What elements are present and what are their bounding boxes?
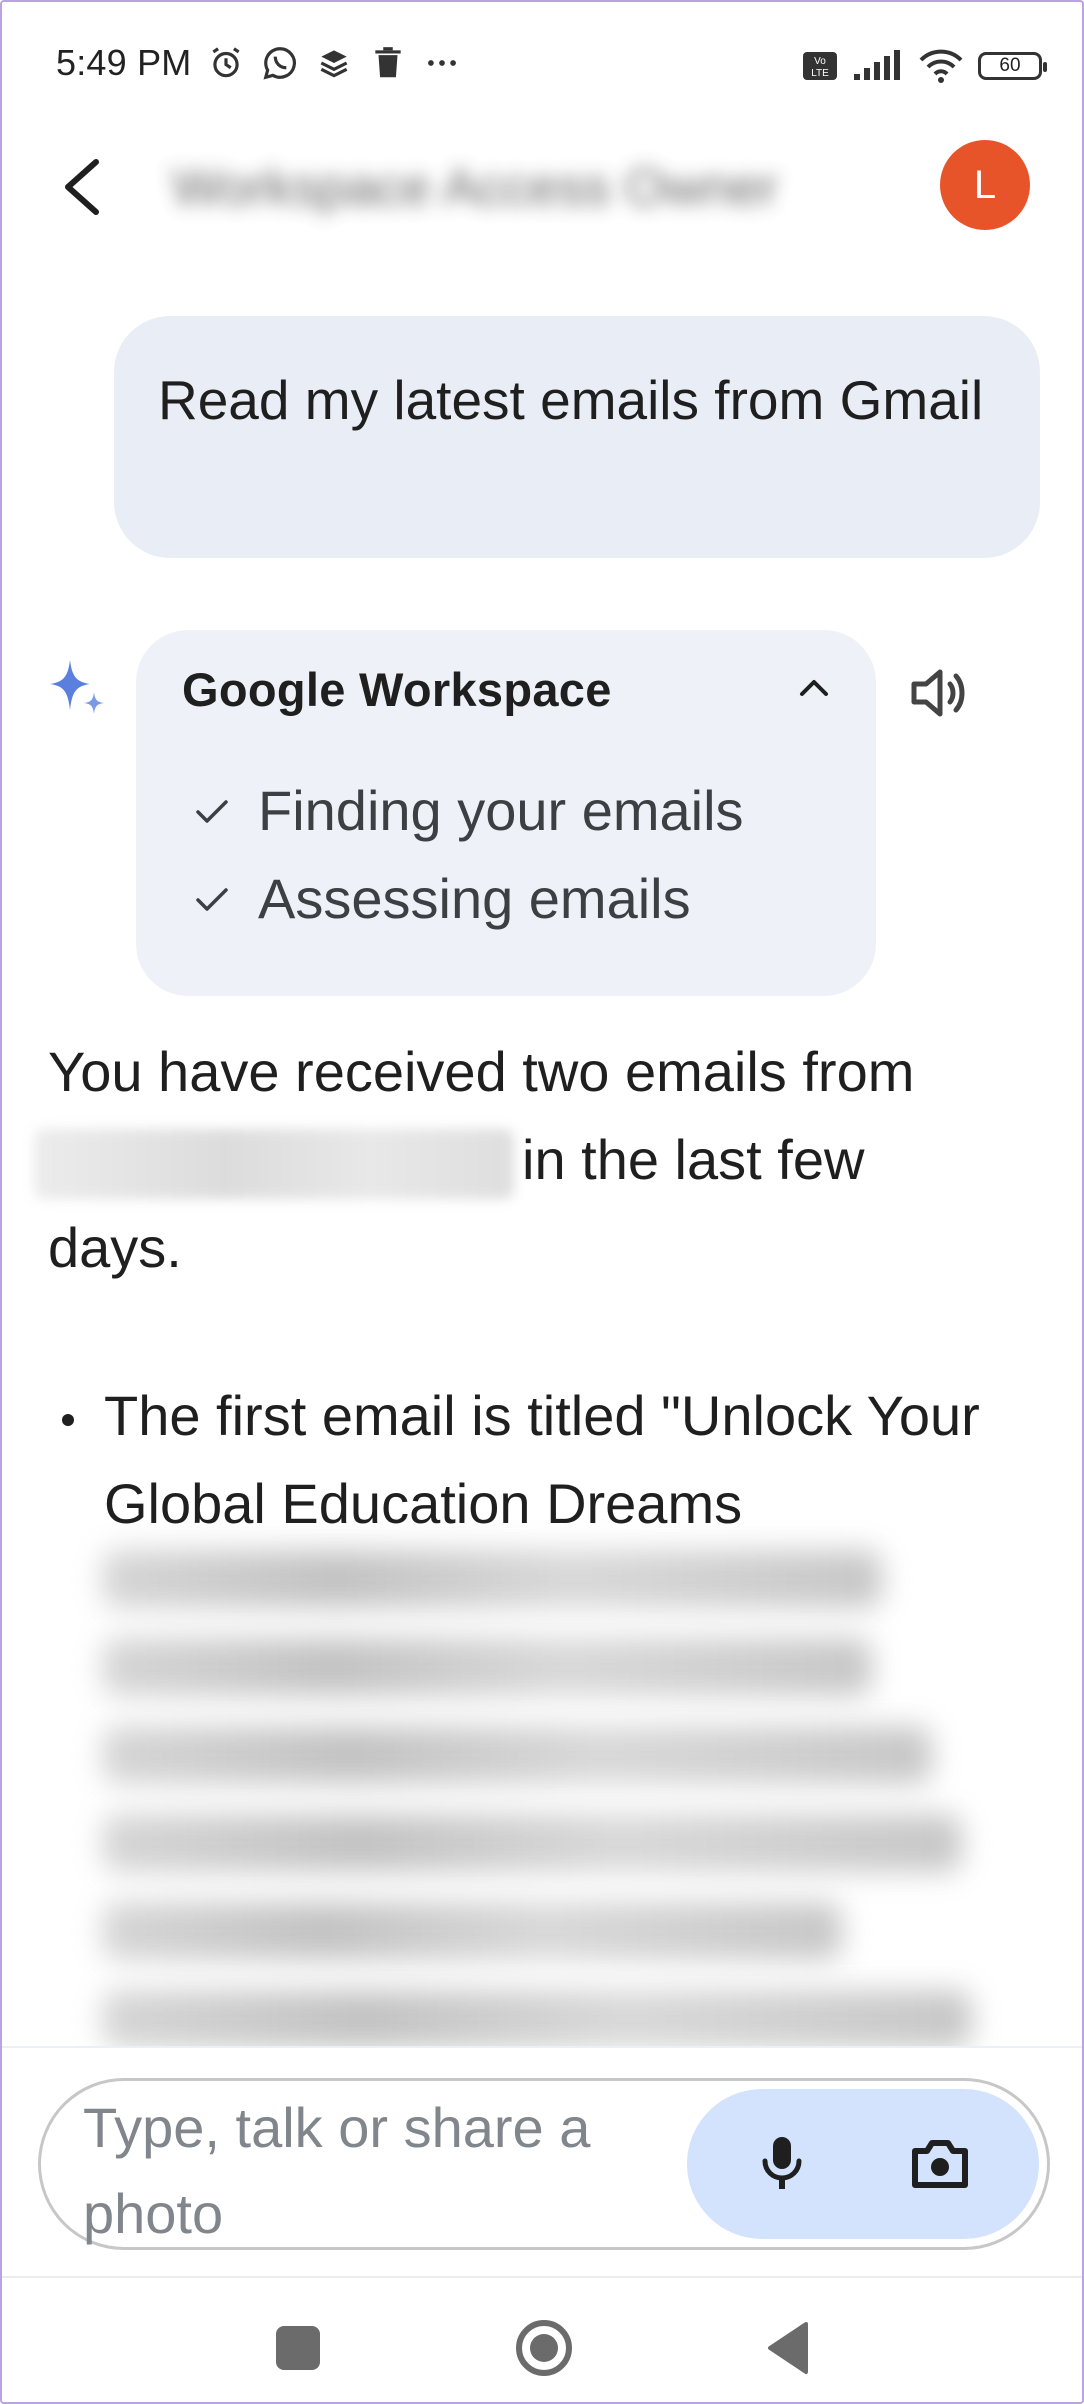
app-header: Workspace Access Owner L — [2, 132, 1082, 242]
check-icon — [196, 799, 228, 823]
redacted-line — [102, 1814, 962, 1872]
bullet-text: The first email is titled "Unlock Your G… — [104, 1384, 980, 1535]
volte-icon: VoLTE — [803, 52, 837, 80]
chevron-up-icon[interactable] — [794, 670, 834, 706]
status-time: 5:49 PM — [56, 42, 192, 83]
back-arrow-icon[interactable] — [54, 152, 114, 222]
redacted-content — [102, 1550, 1002, 2078]
camera-icon[interactable] — [905, 2129, 975, 2199]
layers-icon — [321, 50, 348, 78]
workspace-step: Assessing emails — [192, 866, 691, 931]
redacted-line — [102, 1638, 872, 1696]
status-left: 5:49 PM — [56, 42, 461, 84]
nav-back-button[interactable] — [764, 2320, 812, 2376]
redacted-line — [102, 1902, 842, 1960]
redacted-line — [102, 1550, 882, 1608]
avatar[interactable]: L — [940, 140, 1030, 230]
bullet-marker — [62, 1414, 74, 1426]
step-label: Finding your emails — [258, 779, 744, 842]
check-icon — [196, 887, 228, 911]
gemini-spark-icon — [50, 660, 104, 714]
workspace-card: Google Workspace Finding your emails Ass… — [136, 630, 876, 996]
input-actions — [687, 2089, 1039, 2239]
alarm-icon — [212, 47, 241, 78]
screen: 5:49 PM Vo LTE 60 Workspace Access Owner … — [0, 0, 1084, 2404]
svg-text:LTE: LTE — [811, 68, 829, 79]
recents-button[interactable] — [276, 2326, 320, 2370]
prompt-placeholder: Type, talk or share a photo — [83, 2096, 591, 2245]
status-right: Vo LTE 60 — [802, 48, 1047, 84]
status-bar: 5:49 PM Vo LTE 60 — [56, 42, 1047, 102]
wifi-icon — [919, 49, 963, 83]
microphone-icon[interactable] — [747, 2127, 817, 2199]
redacted-line — [102, 1990, 972, 2048]
redacted-line — [102, 1726, 932, 1784]
system-nav-bar — [2, 2278, 1082, 2402]
redacted-sender — [34, 1129, 514, 1200]
step-label: Assessing emails — [258, 867, 691, 930]
home-button[interactable] — [514, 2318, 574, 2378]
input-area: Type, talk or share a photo — [2, 2048, 1082, 2278]
trash-icon — [375, 47, 402, 78]
prompt-input[interactable]: Type, talk or share a photo — [38, 2078, 1050, 2250]
speaker-icon[interactable] — [906, 660, 972, 726]
battery-icon: 60 — [978, 52, 1047, 80]
response-text: You have received two emails from in the… — [34, 1028, 1008, 1292]
more-icon — [428, 60, 457, 66]
workspace-title: Google Workspace — [182, 663, 612, 716]
whatsapp-icon — [263, 47, 297, 80]
conversation-title: Workspace Access Owner — [172, 159, 778, 217]
svg-text:Vo: Vo — [814, 56, 826, 67]
user-message-bubble: Read my latest emails from Gmail — [114, 316, 1040, 558]
workspace-step: Finding your emails — [192, 778, 744, 843]
signal-icon — [854, 50, 900, 80]
response-intro-before: You have received two emails from — [48, 1040, 915, 1103]
